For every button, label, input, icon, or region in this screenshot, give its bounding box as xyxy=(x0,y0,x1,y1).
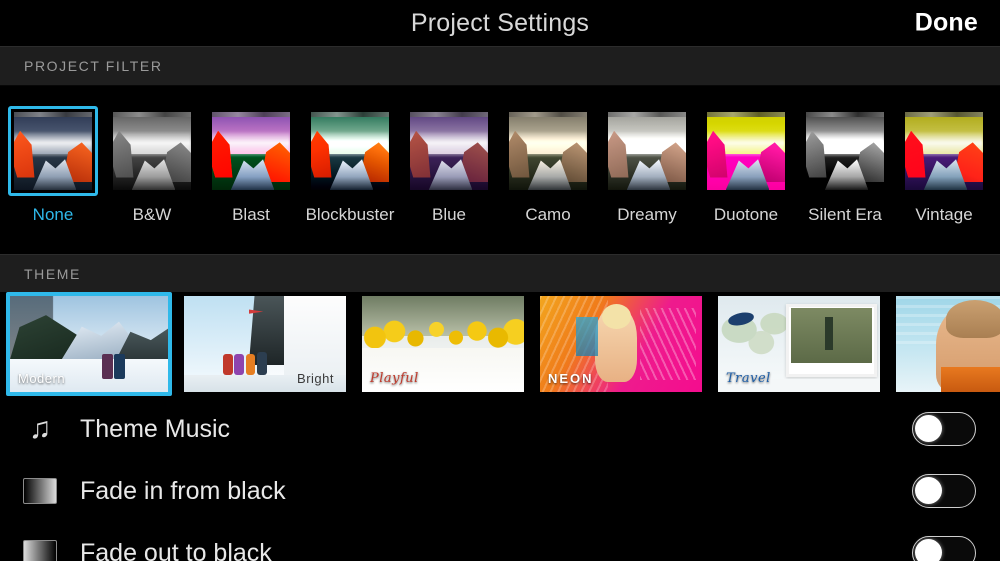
toggle-knob xyxy=(915,477,942,504)
toggle-switch[interactable] xyxy=(912,412,976,446)
filter-item-none[interactable]: None xyxy=(8,86,98,225)
theme-preview-image: Bright xyxy=(184,296,346,392)
toggle-knob xyxy=(915,415,942,442)
filter-thumbnail[interactable] xyxy=(305,106,395,196)
theme-preview-image xyxy=(896,296,1000,392)
filter-item-vintage[interactable]: Vintage xyxy=(899,86,989,225)
filter-item-b-w[interactable]: B&W xyxy=(107,86,197,225)
toggle-switch[interactable] xyxy=(912,474,976,508)
filter-label: Camo xyxy=(525,205,571,224)
filter-thumbnail[interactable] xyxy=(8,106,98,196)
navigation-bar: Project Settings Done xyxy=(0,0,1000,46)
filter-label: Blast xyxy=(232,205,270,224)
filter-thumbnail[interactable] xyxy=(899,106,989,196)
theme-preview-image: Modern xyxy=(10,296,168,392)
filter-label: Silent Era xyxy=(808,205,882,224)
row-icon-container: ♫ xyxy=(22,414,58,444)
settings-row-fade-out-to-black[interactable]: Fade out to black xyxy=(0,522,1000,561)
settings-row-theme-music[interactable]: ♫ Theme Music xyxy=(0,398,1000,460)
filter-label: Blockbuster xyxy=(305,205,395,224)
filter-label: Vintage xyxy=(915,205,973,224)
theme-item-travel[interactable]: Travel xyxy=(714,292,884,396)
filter-item-duotone[interactable]: Duotone xyxy=(701,86,791,225)
filter-thumbnail[interactable] xyxy=(602,106,692,196)
theme-preview-image: Travel xyxy=(718,296,880,392)
project-filter-strip[interactable]: None B&W Blast Blockbuster Blue Camo Dre… xyxy=(0,86,1000,254)
theme-caption: THEME xyxy=(24,266,81,282)
filter-label: Blue xyxy=(431,205,467,224)
toggle-switch[interactable] xyxy=(912,536,976,561)
filter-thumbnail[interactable] xyxy=(701,106,791,196)
filter-item-blockbuster[interactable]: Blockbuster xyxy=(305,86,395,225)
filter-item-dreamy[interactable]: Dreamy xyxy=(602,86,692,225)
filter-label: Dreamy xyxy=(617,205,677,224)
theme-item-playful[interactable]: Playful xyxy=(358,292,528,396)
filter-preview-image xyxy=(410,112,488,190)
filter-preview-image xyxy=(14,112,92,190)
row-label: Fade out to black xyxy=(80,538,272,561)
row-icon-container xyxy=(22,538,58,561)
done-button[interactable]: Done xyxy=(915,9,978,38)
filter-item-blue[interactable]: Blue xyxy=(404,86,494,225)
page-title: Project Settings xyxy=(410,8,590,37)
fade-in-icon xyxy=(23,478,57,504)
fade-out-icon xyxy=(23,540,57,561)
theme-preview-image: NEON xyxy=(540,296,702,392)
filter-label: Duotone xyxy=(713,205,779,224)
music-note-icon: ♫ xyxy=(28,412,52,445)
filter-item-blast[interactable]: Blast xyxy=(206,86,296,225)
project-settings-screen: Project Settings Done PROJECT FILTER Non… xyxy=(0,0,1000,561)
row-icon-container xyxy=(22,476,58,506)
filter-thumbnail[interactable] xyxy=(206,106,296,196)
theme-strip[interactable]: Modern Bright Playful NEON Travel xyxy=(0,292,1000,398)
settings-rows: ♫ Theme Music Fade in from black Fade ou… xyxy=(0,398,1000,561)
toggle-knob xyxy=(915,539,942,561)
project-filter-section-header: PROJECT FILTER xyxy=(0,46,1000,86)
filter-item-silent-era[interactable]: Silent Era xyxy=(800,86,890,225)
filter-preview-image xyxy=(212,112,290,190)
theme-section-header: THEME xyxy=(0,254,1000,294)
row-label: Theme Music xyxy=(80,414,231,443)
theme-item[interactable] xyxy=(892,292,1000,396)
theme-item-bright[interactable]: Bright xyxy=(180,292,350,396)
theme-item-neon[interactable]: NEON xyxy=(536,292,706,396)
filter-label: B&W xyxy=(132,205,172,224)
filter-label: None xyxy=(32,205,74,224)
theme-preview-image: Playful xyxy=(362,296,524,392)
filter-thumbnail[interactable] xyxy=(404,106,494,196)
filter-preview-image xyxy=(509,112,587,190)
theme-item-modern[interactable]: Modern xyxy=(6,292,172,396)
filter-preview-image xyxy=(905,112,983,190)
filter-thumbnail[interactable] xyxy=(800,106,890,196)
project-filter-caption: PROJECT FILTER xyxy=(24,58,163,74)
filter-preview-image xyxy=(707,112,785,190)
filter-thumbnail[interactable] xyxy=(503,106,593,196)
filter-preview-image xyxy=(806,112,884,190)
row-label: Fade in from black xyxy=(80,476,286,505)
filter-item-camo[interactable]: Camo xyxy=(503,86,593,225)
filter-preview-image xyxy=(113,112,191,190)
filter-preview-image xyxy=(311,112,389,190)
filter-preview-image xyxy=(608,112,686,190)
settings-row-fade-in-from-black[interactable]: Fade in from black xyxy=(0,460,1000,522)
filter-thumbnail[interactable] xyxy=(107,106,197,196)
